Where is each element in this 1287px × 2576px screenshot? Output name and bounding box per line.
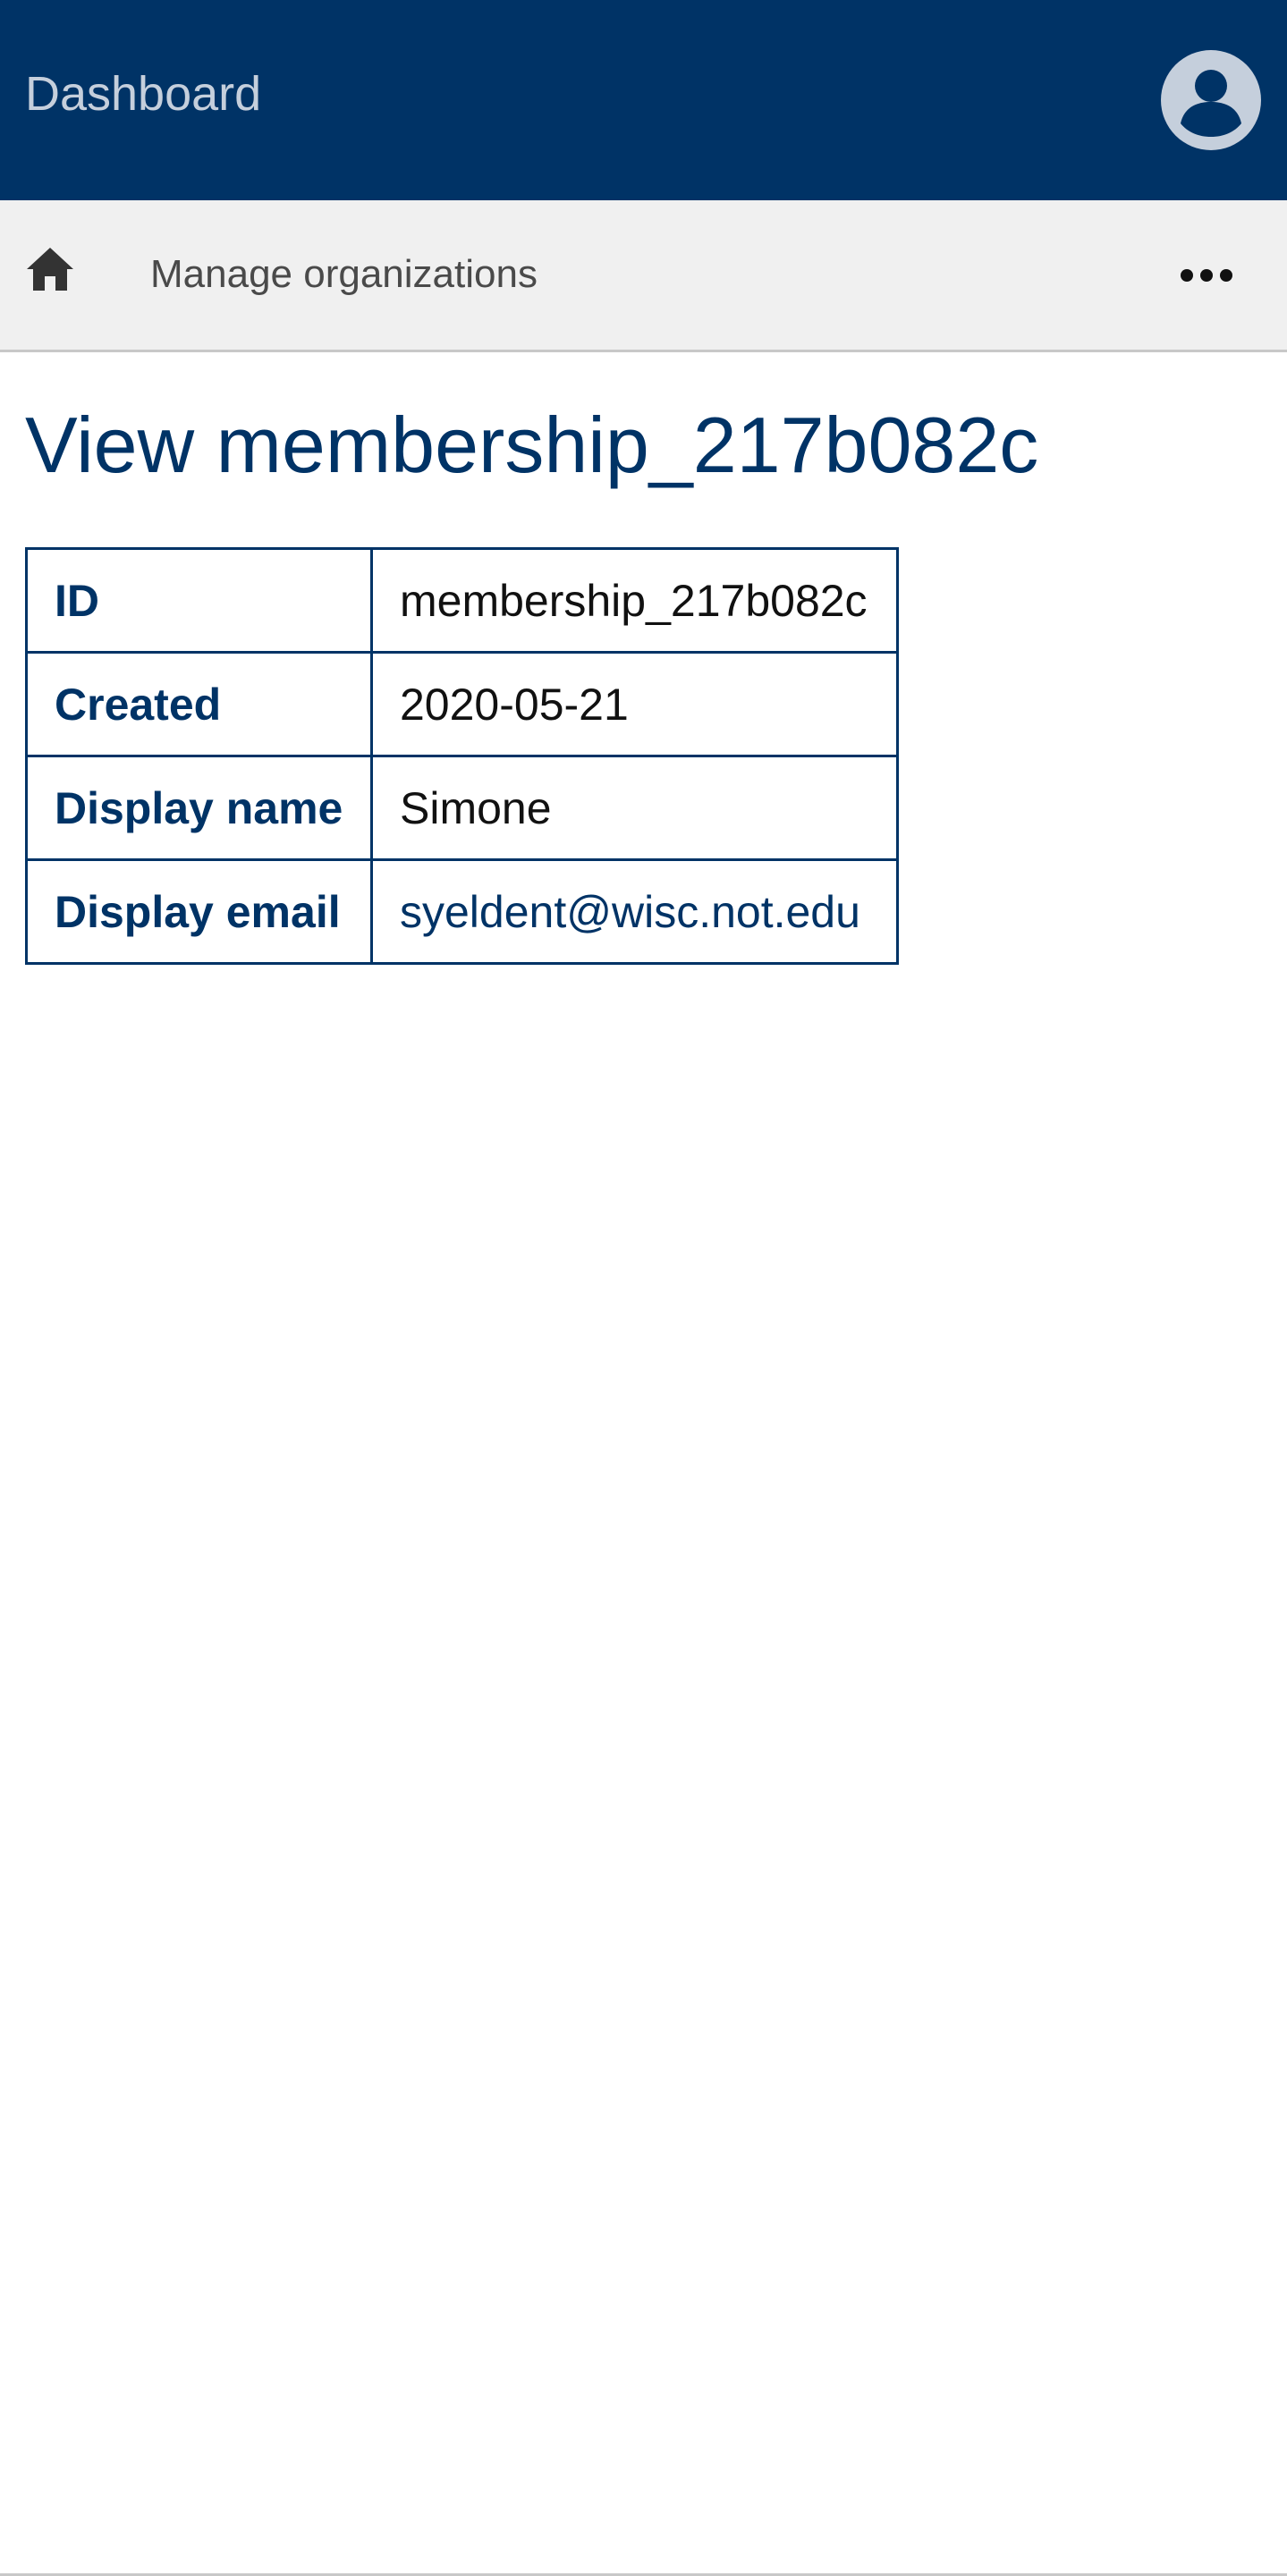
display-name-label: Display name: [25, 755, 373, 861]
page-title: View membership_217b082c: [25, 401, 1039, 489]
display-email-link[interactable]: syeldent@wisc.not.edu: [400, 887, 860, 937]
top-bar: Dashboard: [0, 0, 1287, 200]
table-row: Display name Simone: [25, 755, 899, 861]
manage-organizations-link[interactable]: Manage organizations: [150, 250, 538, 299]
user-circle-icon[interactable]: [1161, 50, 1261, 150]
membership-details-table: ID membership_217b082c Created 2020-05-2…: [25, 547, 899, 965]
table-row: ID membership_217b082c: [25, 547, 899, 654]
table-row: Display email syeldent@wisc.not.edu: [25, 858, 899, 965]
dashboard-link[interactable]: Dashboard: [25, 64, 261, 123]
id-label: ID: [25, 547, 373, 654]
home-icon[interactable]: [25, 246, 75, 292]
created-value: 2020-05-21: [370, 651, 899, 757]
display-name-value: Simone: [370, 755, 899, 861]
display-email-cell: syeldent@wisc.not.edu: [370, 858, 899, 965]
table-row: Created 2020-05-21: [25, 651, 899, 757]
created-label: Created: [25, 651, 373, 757]
more-horizontal-icon[interactable]: [1179, 258, 1234, 292]
display-email-label: Display email: [25, 858, 373, 965]
id-value: membership_217b082c: [370, 547, 899, 654]
